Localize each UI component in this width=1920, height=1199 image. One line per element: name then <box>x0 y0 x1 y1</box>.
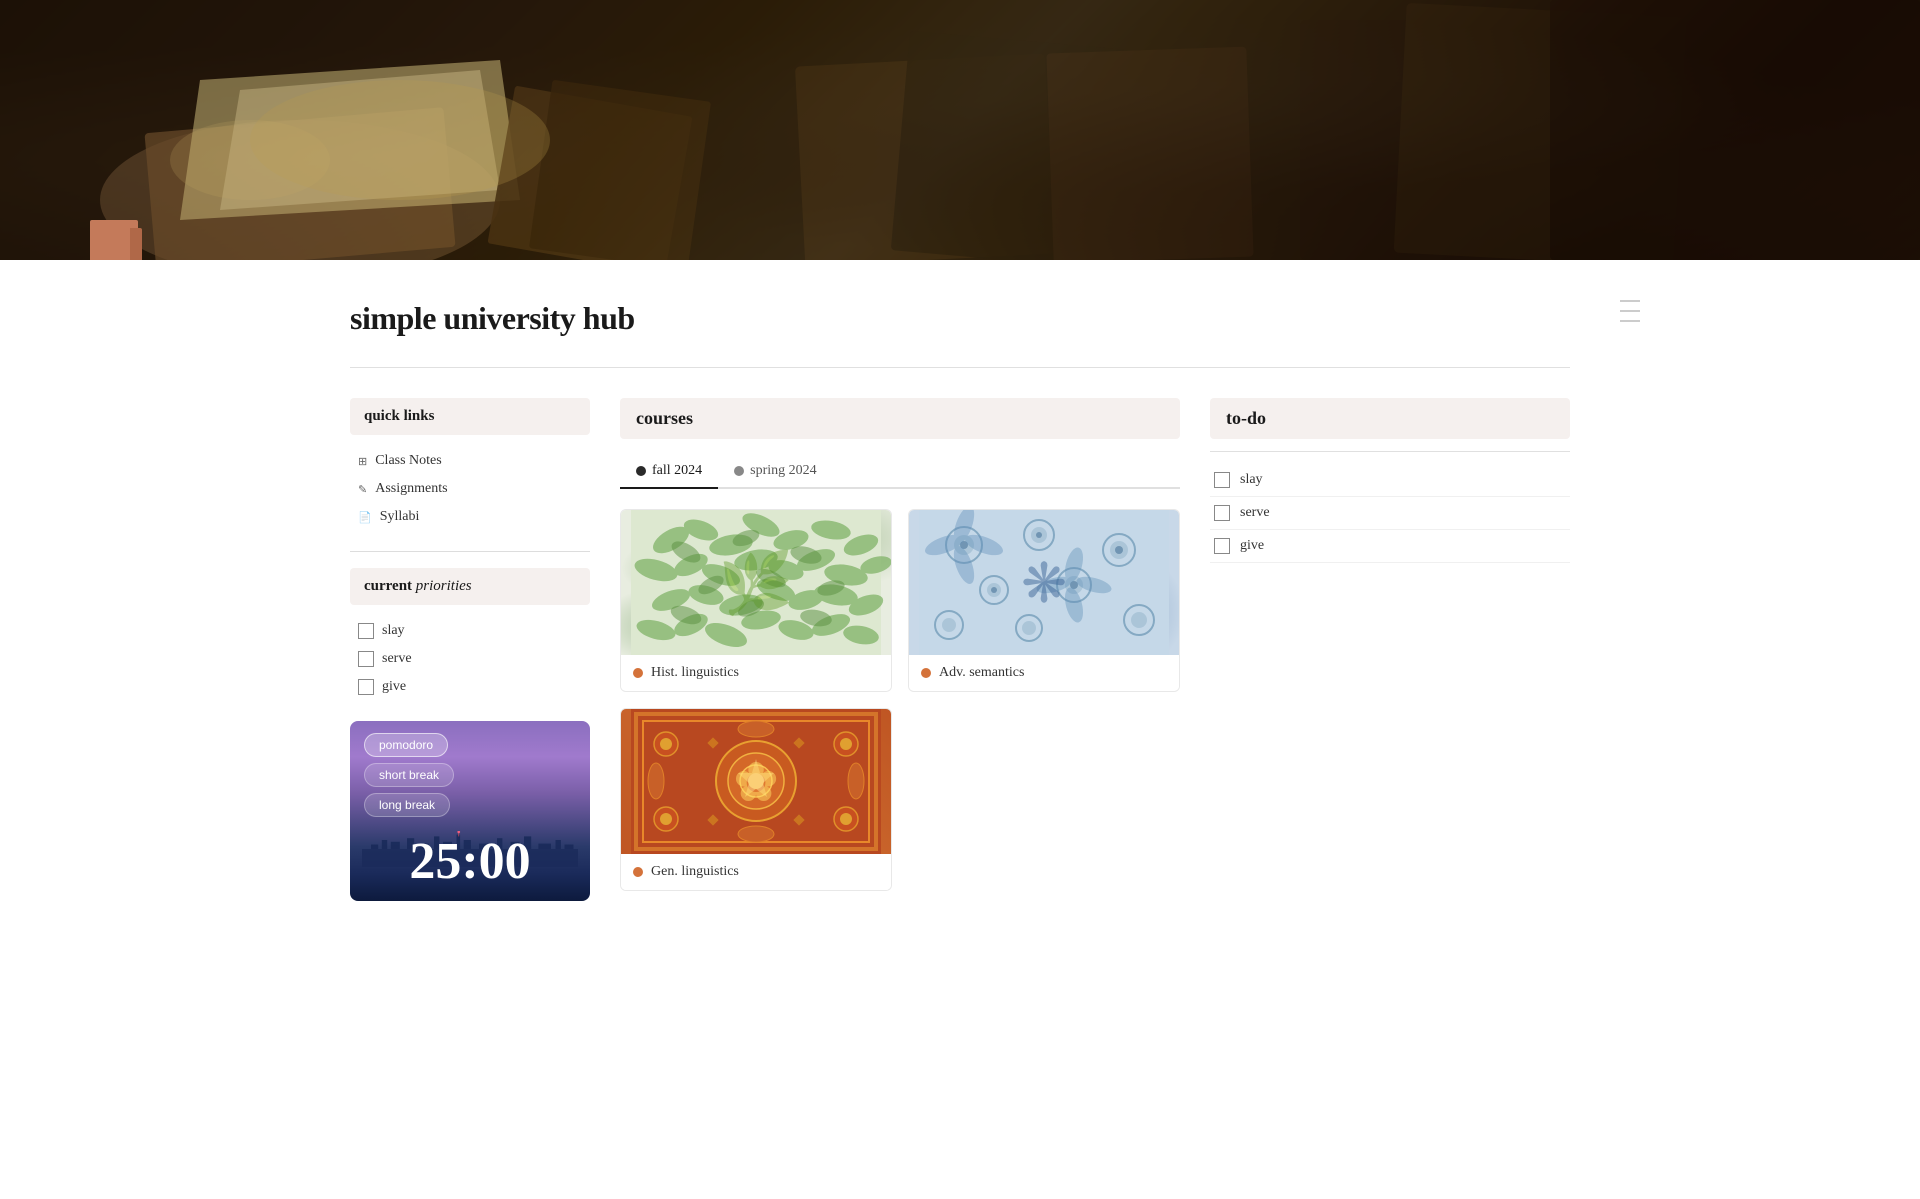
pomodoro-buttons: pomodoro short break long break <box>350 721 590 829</box>
priority-item-slay: slay <box>354 617 590 645</box>
pomodoro-button[interactable]: pomodoro <box>364 733 448 757</box>
courses-grid: Hist. linguistics <box>620 509 1180 891</box>
todo-list: slay serve give <box>1210 464 1570 563</box>
priority-label-give: give <box>382 679 406 695</box>
course-card-adv-semantics[interactable]: Adv. semantics <box>908 509 1180 692</box>
quick-links-list: ⊞ Class Notes ✎ Assignments 📄 Syllabi <box>350 447 590 531</box>
title-divider <box>350 367 1570 368</box>
pomodoro-timer: 25:00 <box>350 832 590 891</box>
priority-item-serve: serve <box>354 645 590 673</box>
courses-tabs: fall 2024 spring 2024 <box>620 455 1180 489</box>
page-icon <box>90 220 142 260</box>
blue-floral-pattern <box>909 510 1179 655</box>
todo-checkbox-serve[interactable] <box>1214 505 1230 521</box>
courses-section: courses fall 2024 spring 2024 <box>620 398 1180 891</box>
priority-label-slay: slay <box>382 623 405 639</box>
tab-dot-spring <box>734 466 744 476</box>
course-label-hist: Hist. linguistics <box>621 655 891 691</box>
class-notes-label: Class Notes <box>375 453 442 469</box>
quick-link-syllabi[interactable]: 📄 Syllabi <box>354 503 590 531</box>
tab-label-spring: spring 2024 <box>750 463 817 479</box>
quick-link-assignments[interactable]: ✎ Assignments <box>354 475 590 503</box>
short-break-button[interactable]: short break <box>364 763 454 787</box>
priority-checkbox-slay[interactable] <box>358 623 374 639</box>
priority-checkbox-serve[interactable] <box>358 651 374 667</box>
priorities-heading-regular: current <box>364 578 412 594</box>
syllabi-label: Syllabi <box>380 509 420 525</box>
syllabi-icon: 📄 <box>358 511 372 524</box>
courses-heading: courses <box>620 398 1180 439</box>
botanical-pattern <box>621 510 891 655</box>
class-notes-icon: ⊞ <box>358 455 367 468</box>
todo-section: to-do slay serve give <box>1210 398 1570 563</box>
course-dot-gen <box>633 867 643 877</box>
sidebar-divider <box>350 551 590 552</box>
page-title: simple university hub <box>350 300 1570 337</box>
assignments-icon: ✎ <box>358 483 367 496</box>
tab-spring-2024[interactable]: spring 2024 <box>718 455 833 489</box>
pomodoro-widget: pomodoro short break long break <box>350 721 590 901</box>
todo-divider <box>1210 451 1570 452</box>
course-label-adv: Adv. semantics <box>909 655 1179 691</box>
todo-item-give: give <box>1210 530 1570 563</box>
todo-label-serve: serve <box>1240 505 1270 521</box>
course-dot-hist <box>633 668 643 678</box>
course-title-gen: Gen. linguistics <box>651 864 739 880</box>
todo-item-slay: slay <box>1210 464 1570 497</box>
course-title-adv: Adv. semantics <box>939 665 1024 681</box>
course-label-gen: Gen. linguistics <box>621 854 891 890</box>
todo-item-serve: serve <box>1210 497 1570 530</box>
priorities-heading: current priorities <box>350 568 590 605</box>
todo-label-give: give <box>1240 538 1264 554</box>
sidebar-decoration <box>1620 300 1640 322</box>
tab-fall-2024[interactable]: fall 2024 <box>620 455 718 489</box>
course-thumb-gen <box>621 709 891 854</box>
priority-label-serve: serve <box>382 651 412 667</box>
priority-item-give: give <box>354 673 590 701</box>
course-thumb-adv <box>909 510 1179 655</box>
todo-label-slay: slay <box>1240 472 1263 488</box>
quick-links-heading: quick links <box>350 398 590 435</box>
course-card-hist-linguistics[interactable]: Hist. linguistics <box>620 509 892 692</box>
course-thumb-hist <box>621 510 891 655</box>
course-card-gen-linguistics[interactable]: Gen. linguistics <box>620 708 892 891</box>
priority-checkbox-give[interactable] <box>358 679 374 695</box>
course-dot-adv <box>921 668 931 678</box>
tab-dot-fall <box>636 466 646 476</box>
carpet-pattern <box>621 709 891 854</box>
course-title-hist: Hist. linguistics <box>651 665 739 681</box>
quick-link-class-notes[interactable]: ⊞ Class Notes <box>354 447 590 475</box>
header-banner <box>0 0 1920 260</box>
assignments-label: Assignments <box>375 481 447 497</box>
tab-label-fall: fall 2024 <box>652 463 702 479</box>
todo-checkbox-give[interactable] <box>1214 538 1230 554</box>
priorities-heading-italic: priorities <box>416 578 472 594</box>
long-break-button[interactable]: long break <box>364 793 450 817</box>
todo-checkbox-slay[interactable] <box>1214 472 1230 488</box>
todo-heading: to-do <box>1210 398 1570 439</box>
priorities-list: slay serve give <box>350 617 590 701</box>
left-sidebar: quick links ⊞ Class Notes ✎ Assignments … <box>350 398 590 901</box>
